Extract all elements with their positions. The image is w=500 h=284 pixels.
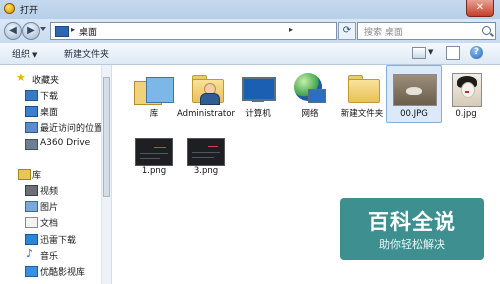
sidebar-item-recent[interactable]: 最近访问的位置 — [0, 120, 104, 134]
sidebar-header-libraries[interactable]: 库 — [0, 167, 100, 181]
watermark-logo: 百科全说 助你轻松解决 — [340, 198, 484, 260]
window-title: 打开 — [20, 6, 39, 16]
refresh-button[interactable]: ⟳ — [338, 22, 356, 40]
sidebar-item-pictures[interactable]: 图片 — [0, 199, 100, 213]
sidebar-header-label: 收藏夹 — [32, 76, 60, 86]
sidebar-item-videos[interactable]: 视频 — [0, 183, 100, 197]
sidebar-item-label: 迅雷下载 — [40, 236, 77, 246]
sidebar-item-label: 音乐 — [40, 252, 59, 262]
download-folder-icon — [25, 90, 38, 101]
image-thumbnail — [393, 74, 437, 106]
recent-places-icon — [25, 122, 38, 133]
file-item-0-jpg[interactable]: 0.jpg — [442, 69, 490, 129]
image-thumbnail — [135, 138, 173, 166]
image-thumbnail — [187, 138, 225, 166]
file-item-new-folder[interactable]: 新建文件夹 — [338, 69, 386, 129]
sidebar-item-downloads[interactable]: 下载 — [0, 88, 100, 102]
star-icon: ★ — [16, 71, 26, 84]
sidebar-item-xunlei[interactable]: 迅雷下载 — [0, 232, 100, 246]
file-item-computer[interactable]: 计算机 — [234, 69, 282, 129]
file-name: 00.JPG — [400, 109, 428, 119]
sidebar-header-label: 库 — [32, 171, 42, 181]
file-name: 1.png — [141, 166, 167, 176]
close-button[interactable]: ✕ — [466, 0, 494, 17]
help-icon[interactable]: ? — [470, 46, 483, 59]
picture-icon — [25, 201, 38, 212]
new-folder-button[interactable]: 新建文件夹 — [64, 47, 109, 60]
forward-button[interactable]: ▶ — [22, 22, 40, 40]
file-item-1-png[interactable]: 1.png — [130, 133, 178, 183]
file-item-00-jpg[interactable]: 00.JPG — [386, 65, 442, 129]
chevron-right-icon[interactable]: ▸ — [71, 25, 75, 34]
chevron-down-icon: ▼ — [32, 51, 38, 59]
organize-button[interactable]: 组织 ▼ — [12, 47, 37, 60]
sidebar-item-label: 最近访问的位置 — [40, 124, 104, 134]
scrollbar-thumb[interactable] — [103, 77, 110, 197]
file-name: Administrator — [177, 109, 235, 119]
computer-icon — [242, 77, 276, 101]
xunlei-download-icon — [25, 234, 38, 245]
sidebar-item-label: 优酷影视库 — [40, 268, 86, 278]
navigation-pane: ★ 收藏夹 下载 桌面 最近访问的位置 A360 Drive 库 视频 图片 文… — [0, 65, 112, 284]
file-name: 3.png — [193, 166, 219, 176]
chevron-right-icon[interactable]: ▸ — [289, 25, 293, 34]
search-input[interactable]: 搜索 桌面 — [357, 22, 496, 40]
file-item-3-png[interactable]: 3.png — [182, 133, 230, 183]
back-button[interactable]: ◀ — [4, 22, 22, 40]
file-name: 计算机 — [245, 109, 271, 119]
music-note-icon: ♪ — [26, 247, 34, 260]
library-icon — [134, 75, 174, 105]
history-dropdown-icon[interactable] — [40, 27, 46, 31]
sidebar-item-music[interactable]: ♪ 音乐 — [0, 247, 100, 262]
sidebar-item-label: A360 Drive — [40, 138, 91, 148]
file-item-library[interactable]: 库 — [130, 69, 178, 129]
file-item-administrator[interactable]: Administrator — [177, 69, 235, 129]
change-view-icon[interactable] — [412, 47, 426, 59]
file-name: 0.jpg — [455, 109, 477, 119]
sidebar-item-a360[interactable]: A360 Drive — [0, 137, 100, 150]
sidebar-item-label: 文档 — [40, 219, 59, 229]
file-item-network[interactable]: 网络 — [286, 69, 334, 129]
address-location[interactable]: 桌面 — [79, 25, 97, 38]
watermark-title: 百科全说 — [368, 210, 456, 234]
sidebar-item-desktop[interactable]: 桌面 — [0, 104, 100, 118]
youku-library-icon — [25, 266, 38, 277]
navigation-bar: ◀ ▶ ▸ 桌面 ▸ ⟳ 搜索 桌面 — [0, 19, 500, 43]
sidebar-item-label: 视频 — [40, 187, 59, 197]
watermark-subtitle: 助你轻松解决 — [379, 238, 445, 251]
desktop-icon — [25, 106, 38, 117]
chevron-down-icon[interactable]: ▼ — [428, 48, 433, 56]
sidebar-item-label: 桌面 — [40, 108, 59, 118]
sidebar-header-favorites[interactable]: ★ 收藏夹 — [0, 71, 100, 86]
address-bar[interactable]: ▸ 桌面 ▸ — [50, 22, 337, 40]
sidebar-item-label: 下载 — [40, 92, 59, 102]
preview-pane-icon[interactable] — [446, 46, 460, 60]
file-name: 库 — [149, 109, 159, 119]
title-bar: 打开 ✕ — [0, 0, 500, 19]
search-icon[interactable] — [482, 26, 491, 35]
sidebar-item-youku[interactable]: 优酷影视库 — [0, 264, 100, 278]
sidebar-item-documents[interactable]: 文档 — [0, 215, 100, 229]
sidebar-scrollbar[interactable] — [101, 65, 111, 284]
file-name: 新建文件夹 — [340, 109, 384, 119]
video-icon — [25, 185, 38, 196]
command-toolbar: 组织 ▼ 新建文件夹 ▼ ? — [0, 43, 500, 65]
sidebar-item-label: 图片 — [40, 203, 59, 213]
library-icon — [18, 169, 31, 180]
file-name: 网络 — [301, 109, 319, 119]
search-placeholder: 搜索 桌面 — [364, 28, 403, 38]
document-icon — [25, 217, 38, 228]
folder-icon — [55, 26, 69, 37]
image-thumbnail — [452, 73, 482, 107]
a360-drive-icon — [25, 139, 38, 150]
app-icon — [4, 3, 15, 14]
organize-label: 组织 — [12, 50, 31, 60]
